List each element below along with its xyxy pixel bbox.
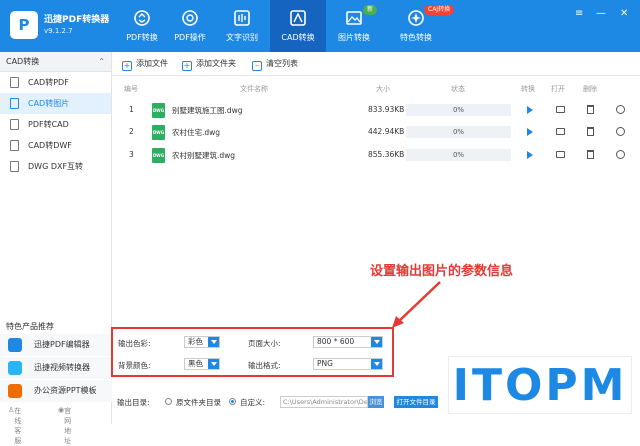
browse-button[interactable]: 浏览: [368, 396, 384, 408]
background-color-select[interactable]: 黑色: [184, 358, 220, 370]
custom-folder-label: 自定义:: [240, 398, 266, 407]
source-folder-radio[interactable]: [165, 398, 172, 405]
chevron-down-icon: [208, 337, 219, 347]
chevron-down-icon: [371, 337, 382, 347]
color-select[interactable]: 彩色: [184, 336, 220, 348]
custom-folder-radio[interactable]: [229, 398, 236, 405]
background-color-label: 背景颜色:: [118, 361, 151, 370]
output-dir-label: 输出目录:: [117, 398, 150, 407]
watermark-text: ITOPM: [452, 360, 628, 411]
output-format-select[interactable]: PNG: [313, 358, 383, 370]
output-path-input[interactable]: C:\Users\Administrator\Desktop: [280, 396, 368, 408]
open-folder-button[interactable]: 打开文件目录: [394, 396, 438, 408]
watermark-logo: ITOPM: [448, 356, 632, 414]
output-format-label: 输出格式:: [248, 361, 281, 370]
page-size-select[interactable]: 800 * 600: [313, 336, 383, 348]
chevron-down-icon: [371, 359, 382, 369]
page-size-label: 页面大小:: [248, 339, 281, 348]
source-folder-label: 原文件夹目录: [176, 398, 221, 407]
color-label: 输出色彩:: [118, 339, 151, 348]
chevron-down-icon: [208, 359, 219, 369]
